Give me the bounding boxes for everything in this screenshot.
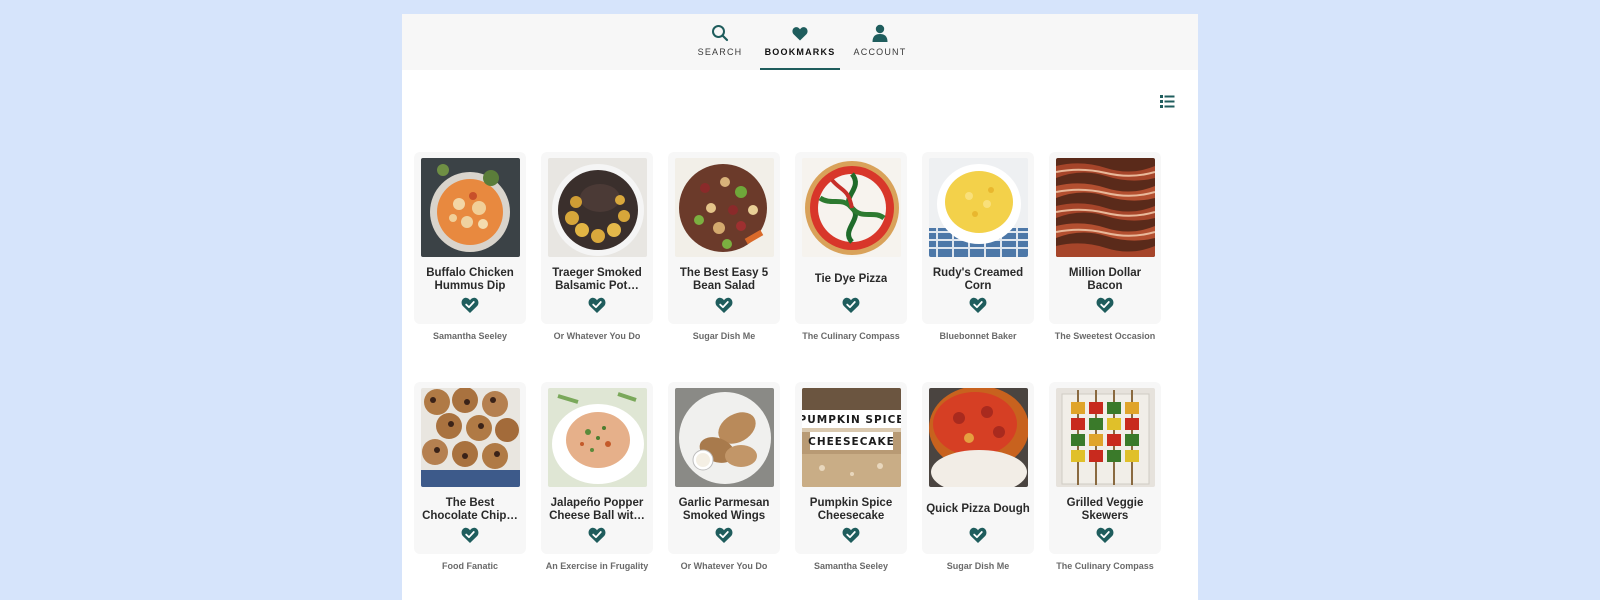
recipe-author: Sugar Dish Me bbox=[946, 561, 1010, 571]
bookmark-check-icon[interactable] bbox=[461, 526, 479, 544]
recipe-card-body: Jalapeño Popper Cheese Ball wit… bbox=[541, 382, 653, 554]
recipe-card-body: Traeger Smoked Balsamic Pot… bbox=[541, 152, 653, 324]
recipe-image[interactable] bbox=[420, 388, 520, 487]
top-nav: SEARCH BOOKMARKS ACCOUNT bbox=[402, 14, 1198, 70]
user-icon bbox=[870, 23, 890, 43]
recipe-image[interactable] bbox=[801, 158, 901, 257]
recipe-grid: Buffalo Chicken Hummus Dip Samantha Seel… bbox=[414, 152, 1161, 582]
recipe-image[interactable] bbox=[928, 158, 1028, 257]
recipe-card[interactable]: PUMPKIN SPICE CHEESECAKE Pumpkin Spice C… bbox=[795, 382, 907, 582]
image-caption-line2: CHEESECAKE bbox=[808, 436, 895, 448]
recipe-card[interactable]: Tie Dye Pizza The Culinary Compass bbox=[795, 152, 907, 352]
recipe-image[interactable] bbox=[547, 388, 647, 487]
recipe-card[interactable]: Garlic Parmesan Smoked Wings Or Whatever… bbox=[668, 382, 780, 582]
recipe-card[interactable]: The Best Easy 5 Bean Salad Sugar Dish Me bbox=[668, 152, 780, 352]
recipe-image[interactable] bbox=[674, 388, 774, 487]
recipe-card[interactable]: Rudy's Creamed Corn Bluebonnet Baker bbox=[922, 152, 1034, 352]
recipe-author: Or Whatever You Do bbox=[680, 561, 768, 571]
bookmark-check-icon[interactable] bbox=[715, 296, 733, 314]
recipe-title[interactable]: Pumpkin Spice Cheesecake bbox=[799, 496, 903, 524]
recipe-card[interactable]: Jalapeño Popper Cheese Ball wit… An Exer… bbox=[541, 382, 653, 582]
bookmark-check-icon[interactable] bbox=[588, 296, 606, 314]
nav-search[interactable]: SEARCH bbox=[680, 14, 760, 70]
recipe-image[interactable] bbox=[420, 158, 520, 257]
recipe-title[interactable]: Million Dollar Bacon bbox=[1053, 266, 1157, 294]
recipe-title[interactable]: Rudy's Creamed Corn bbox=[926, 266, 1030, 294]
recipe-title[interactable]: Buffalo Chicken Hummus Dip bbox=[418, 266, 522, 294]
recipe-card-body: Tie Dye Pizza bbox=[795, 152, 907, 324]
recipe-card-body: Million Dollar Bacon bbox=[1049, 152, 1161, 324]
recipe-author: Samantha Seeley bbox=[813, 561, 889, 571]
bookmark-check-icon[interactable] bbox=[588, 526, 606, 544]
recipe-title[interactable]: Garlic Parmesan Smoked Wings bbox=[672, 496, 776, 524]
search-icon bbox=[710, 23, 730, 43]
recipe-author: Samantha Seeley bbox=[432, 331, 508, 341]
bookmark-check-icon[interactable] bbox=[1096, 526, 1114, 544]
recipe-card[interactable]: Traeger Smoked Balsamic Pot… Or Whatever… bbox=[541, 152, 653, 352]
recipe-title[interactable]: Jalapeño Popper Cheese Ball wit… bbox=[545, 496, 649, 524]
recipe-author: Food Fanatic bbox=[442, 561, 498, 571]
nav-bookmarks[interactable]: BOOKMARKS bbox=[760, 14, 840, 70]
recipe-card-body: Rudy's Creamed Corn bbox=[922, 152, 1034, 324]
nav-search-label: SEARCH bbox=[697, 47, 743, 57]
recipe-title[interactable]: Tie Dye Pizza bbox=[799, 266, 903, 294]
recipe-card[interactable]: Million Dollar Bacon The Sweetest Occasi… bbox=[1049, 152, 1161, 352]
recipe-title[interactable]: The Best Chocolate Chip… bbox=[418, 496, 522, 524]
recipe-card-body: Grilled Veggie Skewers bbox=[1049, 382, 1161, 554]
recipe-card[interactable]: Buffalo Chicken Hummus Dip Samantha Seel… bbox=[414, 152, 526, 352]
recipe-card-body: The Best Easy 5 Bean Salad bbox=[668, 152, 780, 324]
recipe-author: An Exercise in Frugality bbox=[545, 561, 649, 571]
recipe-card-body: The Best Chocolate Chip… bbox=[414, 382, 526, 554]
recipe-image[interactable] bbox=[928, 388, 1028, 487]
recipe-image[interactable] bbox=[547, 158, 647, 257]
recipe-card-body: Buffalo Chicken Hummus Dip bbox=[414, 152, 526, 324]
bookmark-check-icon[interactable] bbox=[842, 296, 860, 314]
recipe-image[interactable] bbox=[1055, 158, 1155, 257]
recipe-author: Or Whatever You Do bbox=[553, 331, 641, 341]
recipe-author: Sugar Dish Me bbox=[692, 331, 756, 341]
nav-account-label: ACCOUNT bbox=[853, 47, 907, 57]
recipe-card-body: PUMPKIN SPICE CHEESECAKE Pumpkin Spice C… bbox=[795, 382, 907, 554]
recipe-image[interactable]: PUMPKIN SPICE CHEESECAKE bbox=[801, 388, 901, 487]
bookmark-check-icon[interactable] bbox=[842, 526, 860, 544]
bookmark-check-icon[interactable] bbox=[1096, 296, 1114, 314]
recipe-title[interactable]: Traeger Smoked Balsamic Pot… bbox=[545, 266, 649, 294]
bookmark-check-icon[interactable] bbox=[715, 526, 733, 544]
recipe-image[interactable] bbox=[674, 158, 774, 257]
bookmark-check-icon[interactable] bbox=[969, 296, 987, 314]
nav-account[interactable]: ACCOUNT bbox=[840, 14, 920, 70]
app-window: SEARCH BOOKMARKS ACCOUNT Buffalo Chicken… bbox=[402, 14, 1198, 600]
recipe-title[interactable]: The Best Easy 5 Bean Salad bbox=[672, 266, 776, 294]
recipe-title[interactable]: Grilled Veggie Skewers bbox=[1053, 496, 1157, 524]
recipe-title[interactable]: Quick Pizza Dough bbox=[926, 496, 1030, 524]
recipe-author: The Culinary Compass bbox=[1056, 561, 1154, 571]
recipe-author: Bluebonnet Baker bbox=[939, 331, 1017, 341]
heart-icon bbox=[790, 23, 810, 43]
image-caption-line1: PUMPKIN SPICE bbox=[802, 414, 901, 426]
recipe-card[interactable]: Grilled Veggie Skewers The Culinary Comp… bbox=[1049, 382, 1161, 582]
recipe-card-body: Garlic Parmesan Smoked Wings bbox=[668, 382, 780, 554]
bookmark-check-icon[interactable] bbox=[461, 296, 479, 314]
recipe-card[interactable]: Quick Pizza Dough Sugar Dish Me bbox=[922, 382, 1034, 582]
nav-bookmarks-label: BOOKMARKS bbox=[764, 47, 836, 57]
list-view-icon[interactable] bbox=[1160, 94, 1176, 110]
recipe-author: The Culinary Compass bbox=[802, 331, 900, 341]
recipe-image[interactable] bbox=[1055, 388, 1155, 487]
recipe-author: The Sweetest Occasion bbox=[1054, 331, 1156, 341]
bookmark-check-icon[interactable] bbox=[969, 526, 987, 544]
recipe-card[interactable]: The Best Chocolate Chip… Food Fanatic bbox=[414, 382, 526, 582]
recipe-card-body: Quick Pizza Dough bbox=[922, 382, 1034, 554]
